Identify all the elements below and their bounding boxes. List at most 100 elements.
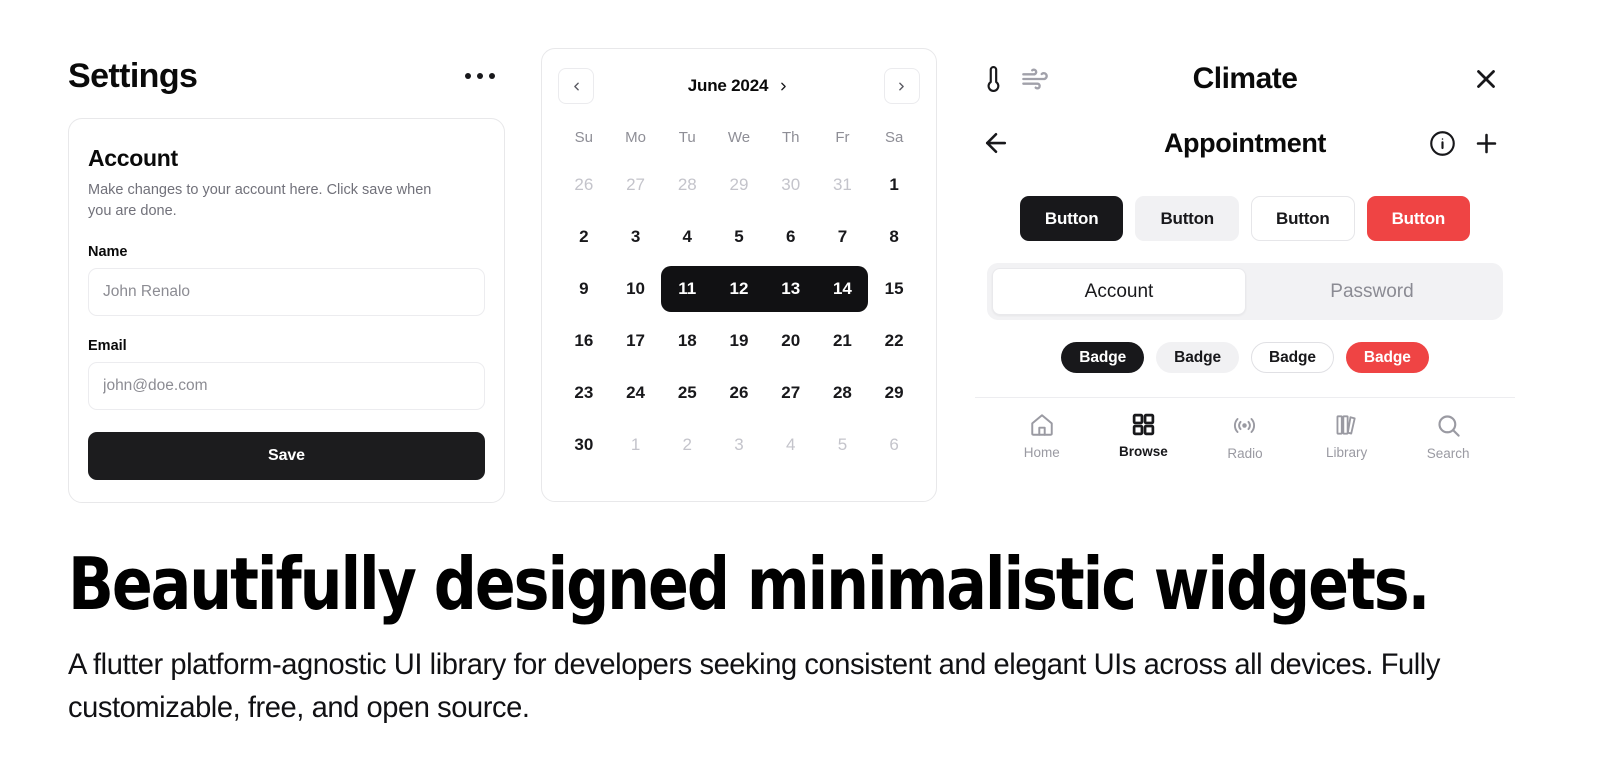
- tab-browse[interactable]: Browse: [1093, 412, 1195, 461]
- calendar-day[interactable]: 9: [558, 263, 610, 315]
- calendar-day[interactable]: 4: [765, 419, 817, 471]
- tab-search[interactable]: Search: [1397, 412, 1499, 461]
- calendar-week-row: 23 24 25 26 27 28 29: [558, 367, 920, 419]
- books-icon: [1334, 412, 1360, 438]
- calendar-day[interactable]: 2: [558, 211, 610, 263]
- calendar-day[interactable]: 29: [713, 159, 765, 211]
- calendar-day[interactable]: 16: [558, 315, 610, 367]
- calendar-day[interactable]: 6: [765, 211, 817, 263]
- button-dark[interactable]: Button: [1019, 196, 1124, 241]
- calendar-day[interactable]: 20: [765, 315, 817, 367]
- plus-icon[interactable]: [1472, 129, 1501, 158]
- calendar-day[interactable]: 8: [868, 211, 920, 263]
- bottom-tab-bar: Home Browse Radio Library Search: [975, 397, 1515, 469]
- tab-library[interactable]: Library: [1296, 412, 1398, 461]
- tab-label: Library: [1325, 445, 1368, 460]
- calendar-day[interactable]: 24: [610, 367, 662, 419]
- name-input[interactable]: [88, 268, 485, 317]
- tab-home[interactable]: Home: [991, 412, 1093, 461]
- info-circle-icon[interactable]: [1429, 130, 1456, 157]
- calendar-day[interactable]: 26: [558, 159, 610, 211]
- wind-icon[interactable]: [1021, 65, 1049, 93]
- calendar-day[interactable]: 7: [817, 211, 869, 263]
- segmented-tabs: Account Password: [987, 263, 1503, 320]
- badge-outline[interactable]: Badge: [1251, 342, 1334, 373]
- calendar-month-selector[interactable]: June 2024: [688, 76, 790, 96]
- calendar-day[interactable]: 27: [765, 367, 817, 419]
- button-soft[interactable]: Button: [1135, 196, 1239, 241]
- calendar-day[interactable]: 17: [610, 315, 662, 367]
- calendar-day[interactable]: 3: [713, 419, 765, 471]
- appointment-header: Appointment: [975, 112, 1515, 174]
- components-panel: Climate Appointment Button Button Button…: [975, 48, 1515, 469]
- button-outline[interactable]: Button: [1251, 196, 1355, 241]
- tab-label: Home: [1023, 445, 1060, 460]
- calendar-weekday: Th: [781, 129, 800, 146]
- calendar-day[interactable]: 5: [817, 419, 869, 471]
- search-icon: [1435, 412, 1462, 439]
- save-button[interactable]: Save: [88, 432, 485, 481]
- calendar-day[interactable]: 28: [817, 367, 869, 419]
- arrow-left-icon[interactable]: [981, 128, 1011, 158]
- calendar-prev-month-button[interactable]: [558, 68, 594, 104]
- more-horizontal-icon[interactable]: [461, 65, 499, 87]
- calendar-day[interactable]: 1: [610, 419, 662, 471]
- calendar-day[interactable]: 15: [868, 263, 920, 315]
- calendar-weeks: 26 27 28 29 30 31 1 2 3 4 5 6 7 8 9 10 11 12 13 14 15 16 17 18 1…: [558, 159, 920, 471]
- page-title: Settings: [68, 56, 198, 95]
- calendar-day-selected[interactable]: 11: [661, 263, 713, 315]
- calendar-day[interactable]: 21: [817, 315, 869, 367]
- calendar-day[interactable]: 1: [868, 159, 920, 211]
- calendar-day[interactable]: 2: [661, 419, 713, 471]
- badge-dark[interactable]: Badge: [1061, 342, 1145, 373]
- calendar-weekday: Sa: [884, 129, 904, 146]
- calendar-day[interactable]: 18: [661, 315, 713, 367]
- calendar-day-selected[interactable]: 14: [817, 263, 869, 315]
- tab-account[interactable]: Account: [992, 268, 1246, 315]
- calendar-day[interactable]: 19: [713, 315, 765, 367]
- calendar-day[interactable]: 6: [868, 419, 920, 471]
- tab-radio[interactable]: Radio: [1194, 412, 1296, 461]
- thermometer-icon[interactable]: [981, 66, 1007, 92]
- calendar-day[interactable]: 30: [558, 419, 610, 471]
- calendar-day[interactable]: 22: [868, 315, 920, 367]
- name-label: Name: [88, 244, 128, 261]
- appointment-title: Appointment: [1163, 127, 1327, 158]
- tab-label: Search: [1426, 446, 1470, 461]
- calendar-day-selected[interactable]: 12: [713, 263, 765, 315]
- calendar-day[interactable]: 30: [765, 159, 817, 211]
- climate-header-actions: [1399, 64, 1509, 94]
- calendar-day[interactable]: 25: [661, 367, 713, 419]
- calendar-day[interactable]: 27: [610, 159, 662, 211]
- tab-password[interactable]: Password: [1246, 268, 1498, 315]
- calendar-week-row: 9 10 11 12 13 14 15: [558, 263, 920, 315]
- calendar-week-row: 26 27 28 29 30 31 1: [558, 159, 920, 211]
- button-danger[interactable]: Button: [1366, 196, 1471, 241]
- calendar-weekday-row: Su Mo Tu We Th Fr Sa: [558, 119, 920, 157]
- climate-header: Climate: [975, 48, 1515, 110]
- hero-section: Beautifully designed minimalistic widget…: [68, 548, 1538, 729]
- settings-section: Settings Account Make changes to your ac…: [68, 48, 505, 504]
- grid-squares-icon: [1131, 412, 1156, 437]
- calendar-day[interactable]: 31: [817, 159, 869, 211]
- calendar-day[interactable]: 3: [610, 211, 662, 263]
- radio-waves-icon: [1231, 412, 1258, 439]
- calendar-day[interactable]: 29: [868, 367, 920, 419]
- calendar-day[interactable]: 26: [713, 367, 765, 419]
- badge-danger[interactable]: Badge: [1345, 342, 1429, 373]
- calendar-day-selected[interactable]: 13: [765, 263, 817, 315]
- calendar-day[interactable]: 10: [610, 263, 662, 315]
- email-input[interactable]: [88, 362, 485, 411]
- calendar-next-month-button[interactable]: [883, 68, 920, 104]
- calendar-day[interactable]: 23: [558, 367, 610, 419]
- calendar-week-row: 2345678: [558, 211, 920, 263]
- appointment-header-actions: [1399, 129, 1509, 158]
- close-icon[interactable]: [1471, 64, 1501, 94]
- badge-soft[interactable]: Badge: [1156, 342, 1239, 373]
- calendar-day[interactable]: 4: [661, 211, 713, 263]
- calendar-day[interactable]: 28: [661, 159, 713, 211]
- calendar-day[interactable]: 5: [713, 211, 765, 263]
- calendar-week-row: 30 1 2 3 4 5 6: [558, 419, 920, 471]
- chevron-left-icon: [573, 82, 579, 90]
- chevron-right-icon: [781, 82, 786, 90]
